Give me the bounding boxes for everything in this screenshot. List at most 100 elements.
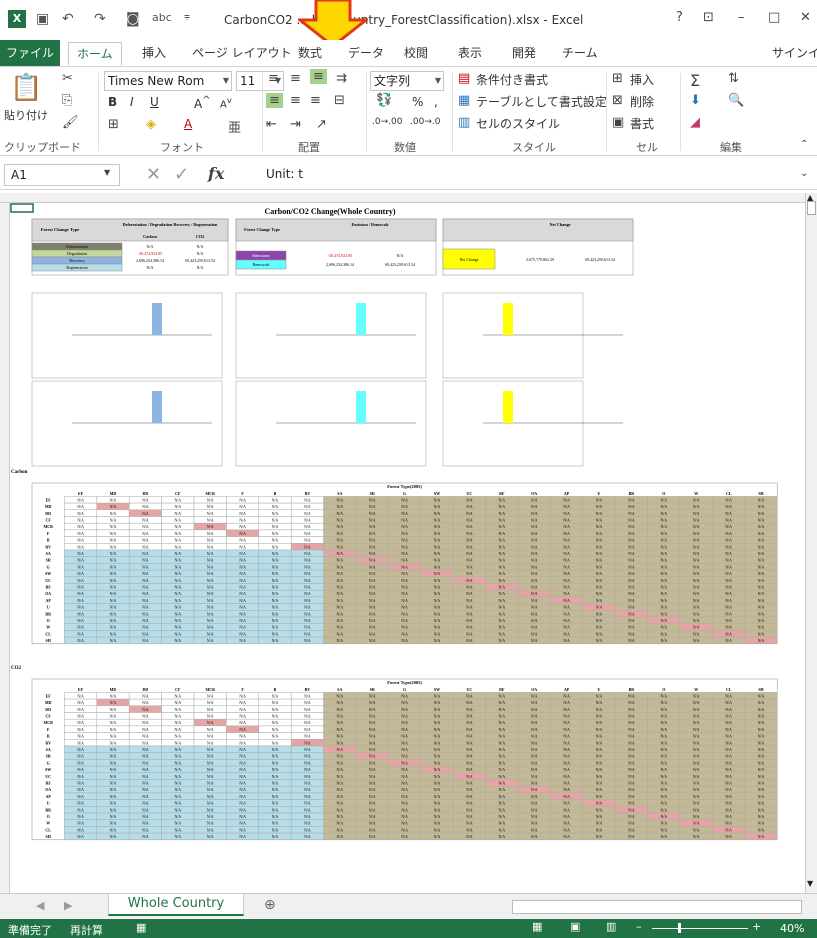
- tab-file[interactable]: ファイル: [0, 40, 60, 66]
- tab-view[interactable]: 表示: [458, 44, 482, 61]
- worksheet[interactable]: Carbon/CO2 Change(Whole Country) Forest C…: [0, 193, 805, 893]
- page-layout-view-icon[interactable]: ▣: [570, 920, 580, 933]
- align-top-icon[interactable]: ≡: [268, 71, 279, 86]
- zoom-in-button[interactable]: +: [752, 920, 761, 933]
- undo-icon[interactable]: ↶: [62, 11, 74, 27]
- align-right-icon[interactable]: ≡: [310, 93, 321, 108]
- wrap-text-icon[interactable]: ⇉: [336, 71, 347, 86]
- phonetic-icon[interactable]: 亜: [228, 117, 241, 136]
- matrix-cell-value: N/A: [725, 525, 732, 529]
- scroll-thumb[interactable]: [807, 201, 816, 215]
- spell-check-icon[interactable]: abc: [152, 11, 172, 24]
- conditional-format-button[interactable]: 条件付き書式: [476, 71, 548, 88]
- insert-function-button[interactable]: fx: [208, 164, 224, 183]
- table-format-button[interactable]: テーブルとして書式設定: [476, 93, 607, 110]
- cut-icon[interactable]: ✂: [62, 71, 73, 86]
- help-button[interactable]: ?: [676, 10, 683, 25]
- increase-font-button[interactable]: A^: [194, 95, 211, 111]
- increase-indent-icon[interactable]: ⇥: [290, 117, 301, 132]
- tab-formulas[interactable]: 数式: [298, 44, 322, 61]
- italic-button[interactable]: I: [130, 95, 134, 109]
- collapse-ribbon-icon[interactable]: ⌃: [800, 139, 808, 150]
- prev-sheet-icon[interactable]: ◀: [36, 899, 44, 912]
- cell-style-icon[interactable]: ▥: [458, 115, 470, 130]
- tab-page-layout[interactable]: ページ レイアウト: [192, 44, 292, 61]
- align-center-icon[interactable]: ≡: [290, 93, 301, 108]
- underline-button[interactable]: U: [150, 95, 159, 109]
- tab-insert[interactable]: 挿入: [142, 44, 166, 61]
- align-left-icon[interactable]: ≡: [266, 93, 283, 108]
- restore-button[interactable]: □: [768, 10, 780, 25]
- delete-cells-button[interactable]: 削除: [630, 93, 654, 110]
- camera-icon[interactable]: ◙: [126, 11, 140, 27]
- cell-style-button[interactable]: セルのスタイル: [476, 115, 560, 132]
- sort-filter-icon[interactable]: ⇅: [728, 71, 739, 86]
- ribbon-display-button[interactable]: ⊡: [703, 10, 714, 25]
- font-color-button[interactable]: A: [184, 117, 192, 131]
- tab-review[interactable]: 校閲: [404, 44, 428, 61]
- format-cells-button[interactable]: 書式: [630, 115, 654, 132]
- format-cells-icon[interactable]: ▣: [612, 115, 624, 130]
- decrease-indent-icon[interactable]: ⇤: [266, 117, 277, 132]
- decrease-font-button[interactable]: Av: [220, 95, 232, 110]
- number-format-select[interactable]: 文字列 ▼: [370, 71, 444, 91]
- clear-icon[interactable]: ◢: [690, 115, 700, 130]
- align-middle-icon[interactable]: ≡: [290, 71, 301, 86]
- fill-color-icon[interactable]: ◈: [146, 117, 156, 132]
- horizontal-scrollbar[interactable]: [512, 900, 802, 914]
- font-name-select[interactable]: Times New Rom ▼: [104, 71, 232, 91]
- save-icon[interactable]: ▣: [36, 11, 49, 27]
- vertical-scrollbar[interactable]: ▲ ▼: [805, 193, 817, 893]
- bold-button[interactable]: B: [108, 95, 117, 109]
- qat-customize-icon[interactable]: ⩦: [184, 11, 190, 22]
- conditional-format-icon[interactable]: ▤: [458, 71, 470, 86]
- zoom-level[interactable]: 40%: [780, 922, 804, 935]
- macro-record-icon[interactable]: ▦: [136, 921, 146, 934]
- fill-icon[interactable]: ⬇: [690, 93, 701, 108]
- tab-data[interactable]: データ: [348, 44, 384, 61]
- next-sheet-icon[interactable]: ▶: [64, 899, 72, 912]
- increase-decimal-button[interactable]: .0→.00: [372, 117, 402, 127]
- tab-developer[interactable]: 開発: [512, 44, 536, 61]
- expand-formula-icon[interactable]: ⌄: [800, 168, 808, 179]
- tab-team[interactable]: チーム: [562, 44, 598, 61]
- scroll-up-icon[interactable]: ▲: [807, 193, 813, 202]
- chevron-down-icon[interactable]: ▼: [104, 168, 110, 177]
- redo-icon[interactable]: ↷: [94, 11, 106, 27]
- percent-button[interactable]: %: [412, 95, 423, 109]
- border-icon[interactable]: ⊞: [108, 117, 119, 132]
- delete-cells-icon[interactable]: ⊠: [612, 93, 623, 108]
- merge-center-icon[interactable]: ⊟: [334, 93, 345, 108]
- paste-button[interactable]: 貼り付け: [4, 107, 48, 123]
- normal-view-icon[interactable]: ▦: [532, 920, 542, 933]
- comma-button[interactable]: ,: [434, 95, 438, 109]
- tab-home[interactable]: ホーム: [68, 42, 122, 66]
- align-bottom-icon[interactable]: ≡: [310, 69, 327, 84]
- copy-icon[interactable]: ⎘: [62, 93, 72, 108]
- decrease-decimal-button[interactable]: .00→.0: [410, 117, 440, 127]
- sign-in-link[interactable]: サインイ: [772, 44, 817, 61]
- insert-cells-button[interactable]: 挿入: [630, 71, 654, 88]
- autosum-icon[interactable]: Σ: [690, 71, 700, 90]
- insert-cells-icon[interactable]: ⊞: [612, 71, 623, 86]
- paste-icon[interactable]: 📋: [10, 73, 42, 103]
- zoom-out-button[interactable]: –: [636, 920, 642, 933]
- matrix-cell-value: N/A: [628, 545, 635, 549]
- add-sheet-icon[interactable]: ⊕: [264, 897, 276, 913]
- zoom-slider-thumb[interactable]: [678, 923, 681, 933]
- name-box[interactable]: A1: [4, 164, 120, 186]
- enter-icon[interactable]: ✓: [174, 164, 189, 185]
- close-button[interactable]: ✕: [800, 10, 811, 25]
- find-select-icon[interactable]: 🔍: [728, 93, 744, 108]
- sheet-tab-whole-country[interactable]: Whole Country: [108, 894, 244, 916]
- formula-input[interactable]: Unit: t: [250, 164, 810, 186]
- format-painter-icon[interactable]: 🖌: [62, 115, 79, 130]
- minimize-button[interactable]: –: [738, 10, 745, 25]
- zoom-slider[interactable]: [652, 928, 748, 929]
- currency-icon[interactable]: 💱: [376, 93, 392, 108]
- scroll-down-icon[interactable]: ▼: [807, 879, 813, 888]
- table-format-icon[interactable]: ▦: [458, 93, 470, 108]
- page-break-view-icon[interactable]: ▥: [606, 920, 616, 933]
- orientation-icon[interactable]: ↗: [316, 117, 327, 132]
- cancel-icon[interactable]: ✕: [146, 164, 161, 185]
